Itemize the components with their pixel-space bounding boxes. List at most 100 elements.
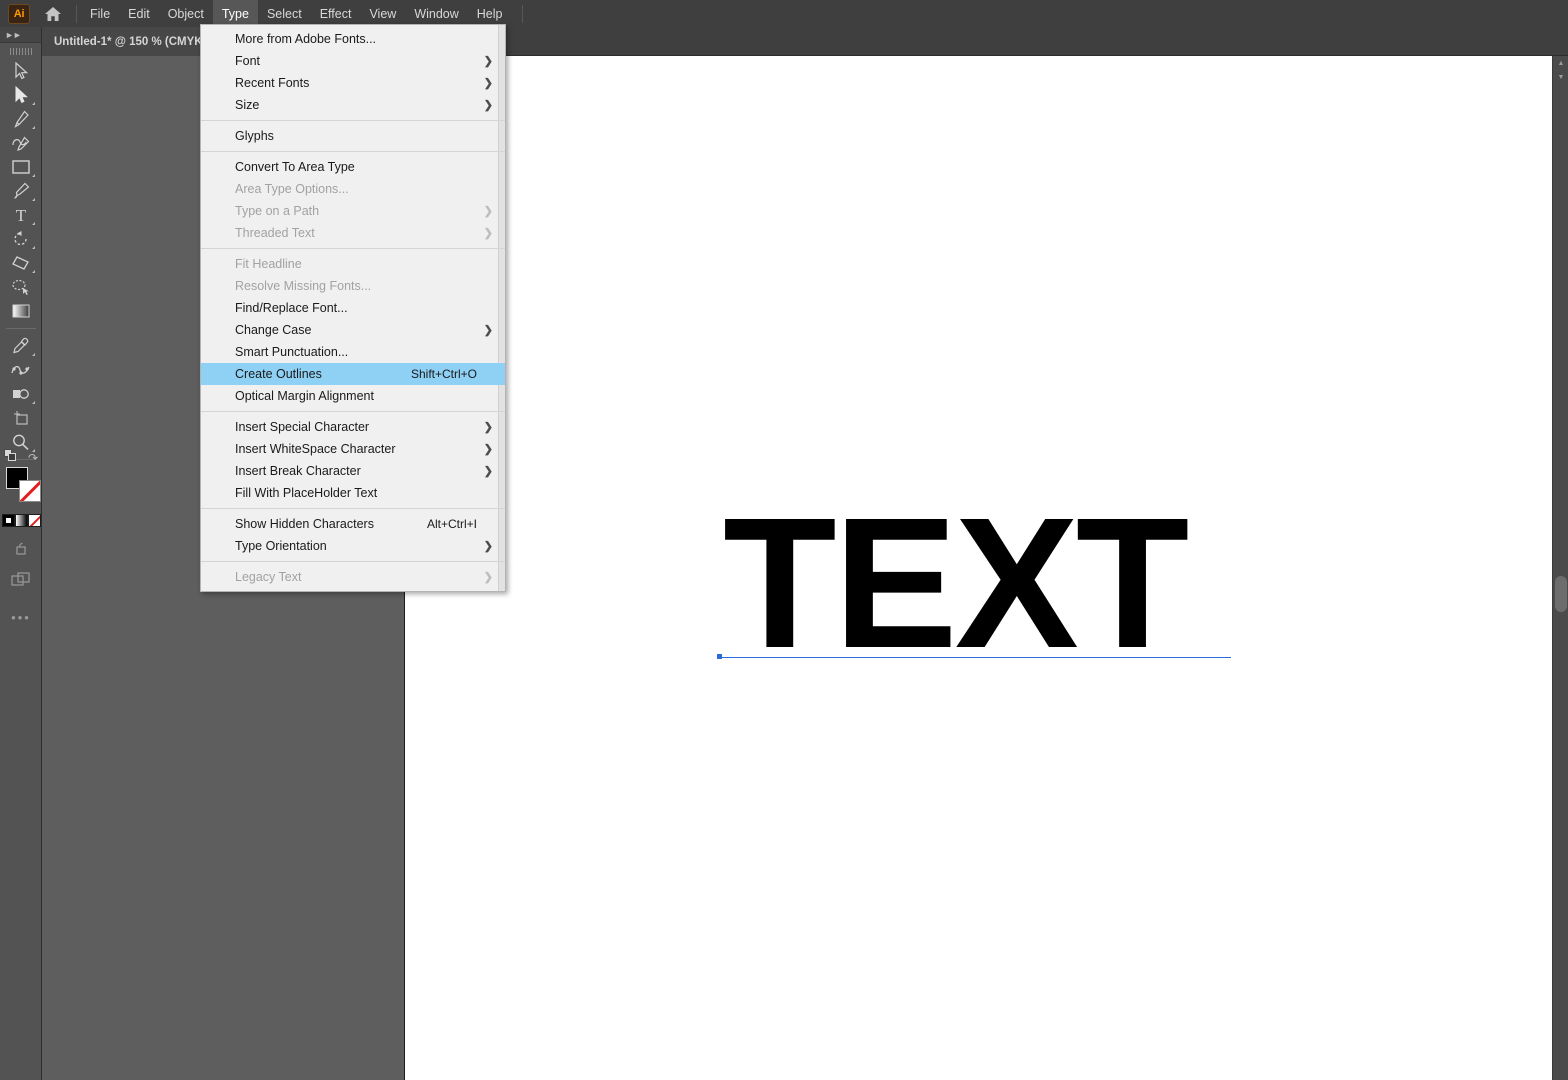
submenu-chevron-right-icon: ❯ <box>483 465 493 478</box>
menubar-item-help[interactable]: Help <box>468 0 512 27</box>
edit-toolbar-label: ••• <box>11 609 31 625</box>
menubar-item-edit[interactable]: Edit <box>119 0 159 27</box>
menu-item-label: Change Case <box>235 323 312 337</box>
menubar-item-select[interactable]: Select <box>258 0 311 27</box>
pen-tool[interactable] <box>0 107 42 131</box>
menu-item-label: Fill With PlaceHolder Text <box>235 486 378 500</box>
svg-text:T: T <box>16 206 27 224</box>
menubar-item-type[interactable]: Type <box>212 0 258 27</box>
tool-flyout-indicator <box>32 126 35 129</box>
menu-item-change-case[interactable]: Change Case ❯ <box>201 319 505 341</box>
text-anchor-point[interactable] <box>717 654 722 659</box>
submenu-chevron-right-icon: ❯ <box>483 227 493 240</box>
menubar-item-window[interactable]: Window <box>405 0 467 27</box>
selection-tool[interactable] <box>0 59 42 83</box>
color-mode-gradient[interactable] <box>14 513 28 527</box>
menu-separator <box>201 411 505 412</box>
menu-item-label: Insert Special Character <box>235 420 370 434</box>
swap-fill-stroke-icon[interactable]: ↷ <box>28 451 38 465</box>
color-mode-none[interactable] <box>27 513 41 527</box>
menu-item-label: Fit Headline <box>235 257 302 271</box>
eyedropper-tool[interactable] <box>0 334 42 358</box>
submenu-chevron-right-icon: ❯ <box>483 324 493 337</box>
artboard-tool[interactable] <box>0 406 42 430</box>
menu-item-find-replace-font[interactable]: Find/Replace Font... <box>201 297 505 319</box>
screen-mode-button[interactable] <box>0 567 42 591</box>
rotate-tool[interactable] <box>0 227 42 251</box>
menu-item-fill-with-placeholder-text[interactable]: Fill With PlaceHolder Text <box>201 482 505 504</box>
menu-item-show-hidden-characters[interactable]: Show Hidden Characters Alt+Ctrl+I <box>201 513 505 535</box>
submenu-chevron-right-icon: ❯ <box>483 540 493 553</box>
menu-bar: Ai File Edit Object Type Select Effect View Win… <box>0 0 1568 27</box>
tool-flyout-indicator <box>32 102 35 105</box>
curvature-tool[interactable] <box>0 131 42 155</box>
blend-tool[interactable] <box>0 358 42 382</box>
menu-item-optical-margin-alignment[interactable]: Optical Margin Alignment <box>201 385 505 407</box>
menu-item-recent-fonts[interactable]: Recent Fonts ❯ <box>201 72 505 94</box>
rectangle-tool[interactable] <box>0 155 42 179</box>
artboard[interactable]: TEXT <box>404 56 1552 1080</box>
menu-item-smart-punctuation[interactable]: Smart Punctuation... <box>201 341 505 363</box>
scrollbar-thumb[interactable] <box>1555 576 1567 612</box>
menu-item-insert-break-character[interactable]: Insert Break Character ❯ <box>201 460 505 482</box>
menu-item-convert-to-area-type[interactable]: Convert To Area Type <box>201 156 505 178</box>
color-mode-solid[interactable] <box>1 513 15 527</box>
menu-item-size[interactable]: Size ❯ <box>201 94 505 116</box>
tool-flyout-indicator <box>32 353 35 356</box>
menu-item-label: Type Orientation <box>235 539 327 553</box>
text-artwork[interactable]: TEXT <box>723 491 1189 677</box>
document-tab[interactable]: Untitled-1* @ 150 % (CMYK/ <box>42 27 218 56</box>
lasso-tool[interactable] <box>0 275 42 299</box>
menu-item-label: Optical Margin Alignment <box>235 389 374 403</box>
submenu-chevron-right-icon: ❯ <box>483 55 493 68</box>
menu-item-glyphs[interactable]: Glyphs <box>201 125 505 147</box>
menubar-item-file[interactable]: File <box>81 0 119 27</box>
scroll-up-arrow-icon[interactable]: ▲ <box>1553 56 1568 70</box>
menu-separator <box>201 561 505 562</box>
fill-stroke-widget[interactable]: ↷ <box>0 449 42 511</box>
paintbrush-tool[interactable] <box>0 179 42 203</box>
menu-item-more-from-adobe-fonts[interactable]: More from Adobe Fonts... <box>201 28 505 50</box>
color-mode-row <box>0 511 42 529</box>
menubar-item-view[interactable]: View <box>360 0 405 27</box>
gradient-tool[interactable] <box>0 299 42 323</box>
shape-builder-tool[interactable] <box>0 382 42 406</box>
menu-item-area-type-options: Area Type Options... <box>201 178 505 200</box>
menubar-item-effect[interactable]: Effect <box>311 0 361 27</box>
menu-item-create-outlines[interactable]: Create Outlines Shift+Ctrl+O <box>201 363 505 385</box>
menubar-item-object[interactable]: Object <box>159 0 213 27</box>
vertical-scrollbar[interactable]: ▲ ▼ <box>1552 56 1568 1080</box>
tool-flyout-indicator <box>32 222 35 225</box>
tool-flyout-indicator <box>32 270 35 273</box>
menu-item-label: Insert Break Character <box>235 464 361 478</box>
app-logo-icon: Ai <box>8 3 30 24</box>
menu-separator <box>201 120 505 121</box>
menu-item-label: Legacy Text <box>235 570 302 584</box>
double-chevron-right-icon: ►► <box>5 29 22 40</box>
tool-flyout-indicator <box>32 198 35 201</box>
panel-grip-icon[interactable] <box>0 43 41 59</box>
edit-toolbar-button[interactable]: ••• <box>0 605 42 629</box>
collapse-panel-button[interactable]: ►► <box>0 27 41 43</box>
default-fill-stroke-icon[interactable] <box>4 449 17 467</box>
submenu-chevron-right-icon: ❯ <box>483 443 493 456</box>
direct-selection-tool[interactable] <box>0 83 42 107</box>
toolbar-separator <box>5 328 36 329</box>
menu-item-label: Glyphs <box>235 129 274 143</box>
menu-item-insert-whitespace-character[interactable]: Insert WhiteSpace Character ❯ <box>201 438 505 460</box>
submenu-chevron-right-icon: ❯ <box>483 77 493 90</box>
eraser-tool[interactable] <box>0 251 42 275</box>
type-tool[interactable]: T <box>0 203 42 227</box>
home-icon[interactable] <box>40 0 66 27</box>
menu-item-fit-headline: Fit Headline <box>201 253 505 275</box>
tools-panel: ►► T ↷ ••• <box>0 27 42 1080</box>
menu-item-type-orientation[interactable]: Type Orientation ❯ <box>201 535 505 557</box>
menu-item-font[interactable]: Font ❯ <box>201 50 505 72</box>
draw-mode-button[interactable] <box>0 537 42 561</box>
stroke-swatch[interactable] <box>19 480 41 502</box>
menu-item-insert-special-character[interactable]: Insert Special Character ❯ <box>201 416 505 438</box>
type-menu-dropdown[interactable]: More from Adobe Fonts... Font ❯ Recent Font… <box>200 24 506 592</box>
scroll-down-arrow-icon[interactable]: ▼ <box>1553 70 1568 84</box>
menubar-divider-right <box>521 4 523 23</box>
menu-item-label: Find/Replace Font... <box>235 301 348 315</box>
